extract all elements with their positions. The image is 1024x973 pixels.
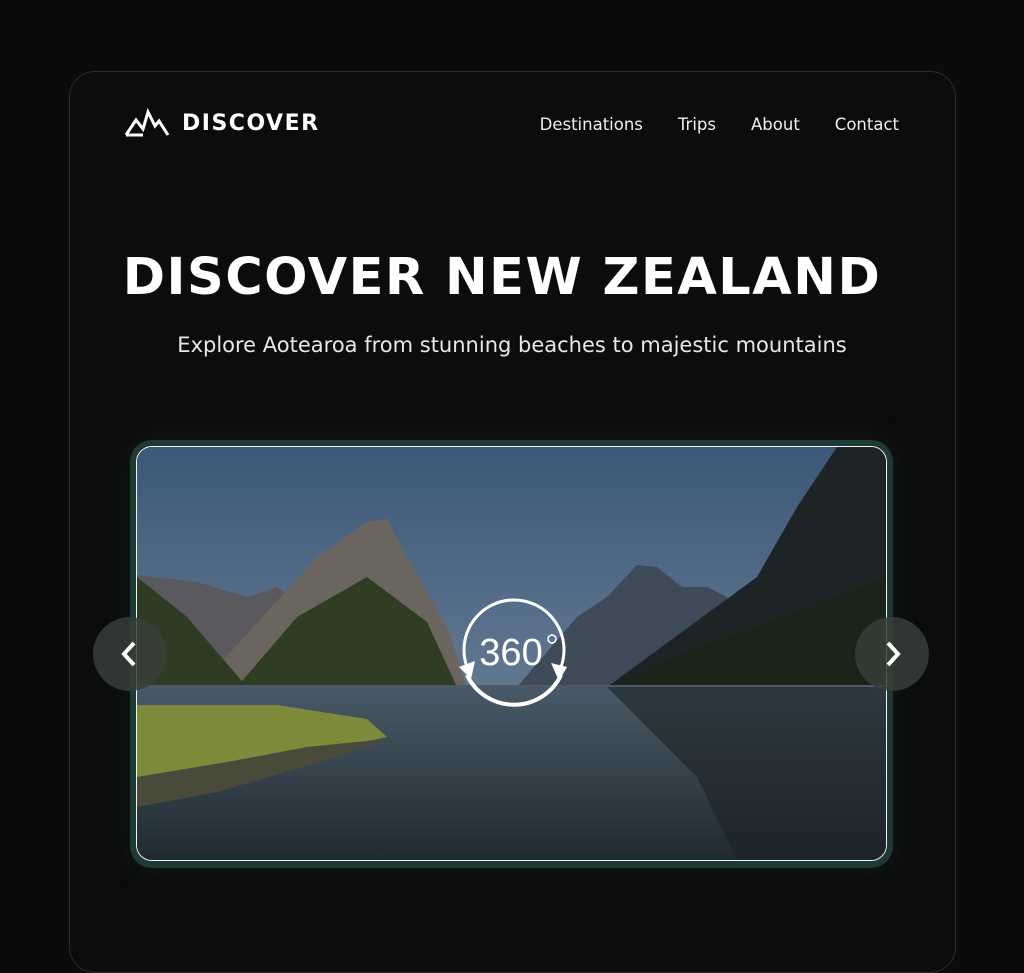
- main-nav: Destinations Trips About Contact: [540, 115, 899, 134]
- mountain-icon: [124, 108, 170, 137]
- nav-contact[interactable]: Contact: [835, 115, 899, 134]
- brand-logo[interactable]: DISCOVER: [124, 108, 320, 138]
- badge-label: 360: [479, 632, 542, 674]
- nav-trips[interactable]: Trips: [678, 115, 716, 134]
- brand-name: DISCOVER: [182, 110, 320, 136]
- rotate-360-icon[interactable]: 360: [455, 597, 570, 707]
- hero-subtitle: Explore Aotearoa from stunning beaches t…: [177, 333, 847, 357]
- next-button[interactable]: [855, 617, 929, 691]
- chevron-right-icon: [886, 641, 901, 667]
- hero-title: DISCOVER NEW ZEALAND: [122, 248, 882, 307]
- nav-about[interactable]: About: [751, 115, 800, 134]
- previous-button[interactable]: [93, 617, 167, 691]
- nav-destinations[interactable]: Destinations: [540, 115, 643, 134]
- chevron-left-icon: [121, 641, 136, 667]
